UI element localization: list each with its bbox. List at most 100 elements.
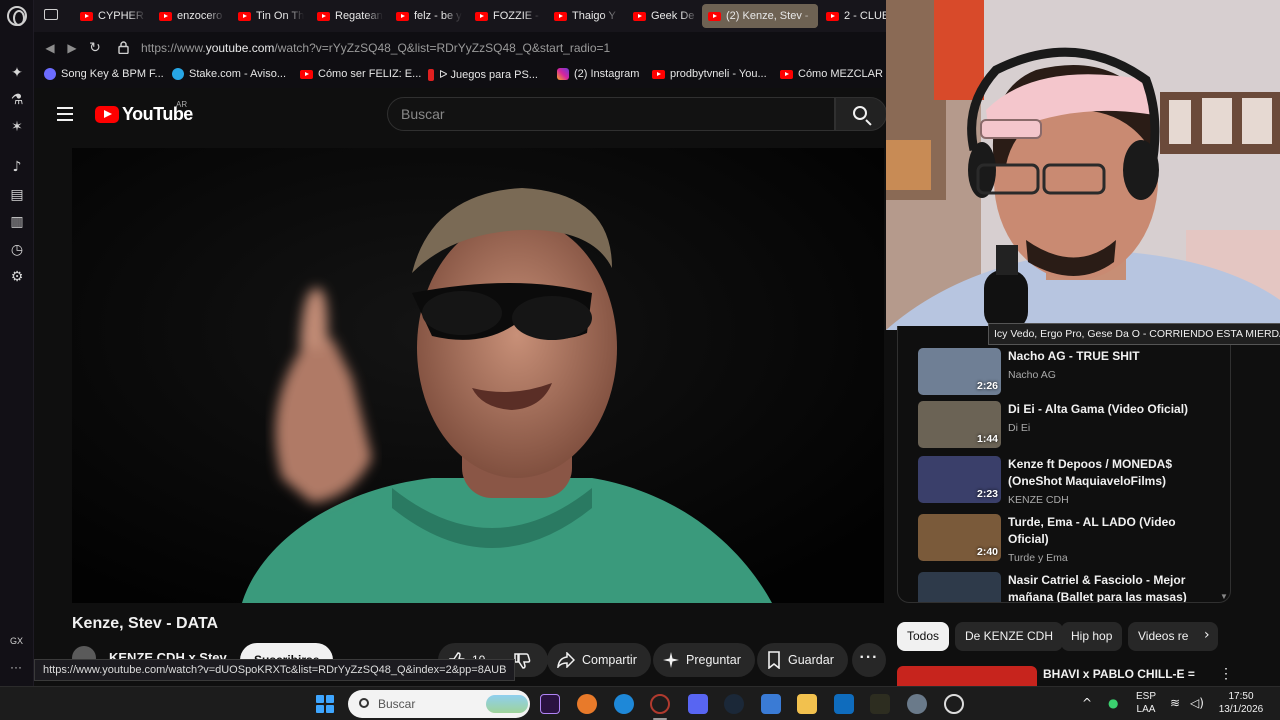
taskbar-search[interactable]: Buscar bbox=[348, 690, 530, 718]
share-button[interactable]: Compartir bbox=[547, 643, 651, 677]
video-thumbnail[interactable]: 2:40 bbox=[918, 514, 1001, 561]
video-title: Kenze, Stev - DATA bbox=[72, 615, 219, 632]
gx-corner-icon[interactable]: ✶ bbox=[8, 118, 26, 136]
volume-icon[interactable]: ◁) bbox=[1190, 696, 1204, 710]
video-thumbnail[interactable] bbox=[897, 666, 1037, 686]
sparkle-icon bbox=[663, 652, 679, 668]
opera-gx-icon[interactable] bbox=[650, 694, 670, 714]
opera-logo-icon[interactable] bbox=[7, 6, 27, 26]
clock[interactable]: 17:50 13/1/2026 bbox=[1213, 690, 1269, 716]
playlist-item[interactable]: 2:40 Turde, Ema - AL LADO (Video Oficial… bbox=[918, 514, 1218, 568]
bookmark-item[interactable]: Song Key & BPM F... bbox=[44, 68, 164, 80]
bookmarks-sidebar-icon[interactable]: ▤ bbox=[8, 186, 26, 204]
language-indicator[interactable]: ESP LAA bbox=[1133, 690, 1159, 716]
playlist-item[interactable]: 2:23 Kenze ft Depoos / MONEDA$ (OneShot … bbox=[918, 456, 1218, 510]
reload-icon[interactable]: ↻ bbox=[87, 40, 103, 56]
discord-icon[interactable] bbox=[688, 694, 708, 714]
kebab-menu-icon[interactable]: ⋮ bbox=[1219, 665, 1233, 682]
show-hidden-icons-icon[interactable]: ^ bbox=[1082, 696, 1092, 710]
bookmark-item[interactable]: ᐅ Juegos para PS... bbox=[428, 68, 538, 81]
settings-gear-icon[interactable] bbox=[907, 694, 927, 714]
save-button[interactable]: Guardar bbox=[757, 643, 848, 677]
gx-control-icon[interactable]: ✦ bbox=[8, 64, 26, 82]
clock-sidebar-icon[interactable]: ◷ bbox=[8, 241, 26, 259]
recommended-video[interactable]: BHAVI x PABLO CHILL-E = ⋮ bbox=[897, 663, 1237, 686]
steam-icon[interactable] bbox=[724, 694, 744, 714]
tab[interactable]: FOZZIE - bbox=[469, 4, 541, 28]
chip-channel[interactable]: De KENZE CDH bbox=[955, 622, 1064, 651]
tab-active[interactable]: (2) Kenze, Stev - bbox=[702, 4, 818, 28]
video-frame bbox=[72, 148, 884, 603]
video-player[interactable] bbox=[72, 148, 884, 603]
bookmark-item[interactable]: prodbytvneli - You... bbox=[652, 68, 767, 80]
playlist-item-title[interactable]: Turde, Ema - AL LADO (Video Oficial) bbox=[1008, 514, 1203, 548]
fl-studio-icon[interactable] bbox=[577, 694, 597, 714]
tab[interactable]: Geek De bbox=[627, 4, 699, 28]
chevron-right-icon[interactable]: › bbox=[1204, 627, 1210, 643]
search-box[interactable] bbox=[387, 97, 835, 131]
tab[interactable]: Regatean bbox=[311, 4, 383, 28]
country-code: AR bbox=[176, 100, 188, 109]
youtube-favicon-icon bbox=[317, 11, 330, 21]
search-input[interactable] bbox=[388, 98, 834, 130]
bookmark-item[interactable]: Stake.com - Aviso... bbox=[172, 68, 286, 80]
windows-start-icon[interactable] bbox=[316, 695, 334, 713]
more-actions-icon[interactable]: ··· bbox=[852, 643, 886, 677]
file-explorer-icon[interactable] bbox=[797, 694, 817, 714]
thumbs-down-icon[interactable] bbox=[513, 652, 531, 670]
tab-manager-icon[interactable] bbox=[44, 9, 58, 20]
call-of-duty-icon[interactable] bbox=[870, 694, 890, 714]
forward-icon[interactable]: ▶ bbox=[64, 40, 80, 56]
chip-hip-hop[interactable]: Hip hop bbox=[1061, 622, 1123, 651]
search-button[interactable] bbox=[835, 97, 887, 131]
tab[interactable]: CYPHER bbox=[74, 4, 146, 28]
xbox-icon[interactable] bbox=[944, 694, 964, 714]
settings-sidebar-icon[interactable]: ⚙ bbox=[8, 268, 26, 286]
tab[interactable]: enzocero bbox=[153, 4, 225, 28]
outlook-icon[interactable] bbox=[834, 694, 854, 714]
tab[interactable]: felz - be y bbox=[390, 4, 462, 28]
video-thumbnail[interactable] bbox=[918, 572, 1001, 602]
chip-all[interactable]: Todos bbox=[897, 622, 950, 651]
windows-taskbar: Buscar ^ ● ESP LAA ≋ ◁) 17:50 13/1/2026 bbox=[0, 686, 1280, 720]
gx-label[interactable]: GX bbox=[10, 636, 23, 646]
wifi-icon[interactable]: ≋ bbox=[1170, 696, 1180, 710]
playlist-item-title[interactable]: Di Ei - Alta Gama (Video Oficial) bbox=[1008, 401, 1203, 418]
video-thumbnail[interactable]: 2:23 bbox=[918, 456, 1001, 503]
url-field[interactable]: https://www.youtube.com/watch?v=rYyZzSQ4… bbox=[141, 41, 610, 55]
playlist-item[interactable]: 2:26 Nacho AG - TRUE SHIT Nacho AG bbox=[918, 348, 1218, 398]
playlist-scroll-down-icon[interactable]: ▼ bbox=[1220, 592, 1228, 601]
back-icon[interactable]: ◀ bbox=[42, 40, 58, 56]
bookmark-item[interactable]: Cómo ser FELIZ: E... bbox=[300, 68, 421, 80]
share-icon bbox=[557, 652, 575, 668]
tab[interactable]: 2 - CLUB bbox=[820, 4, 886, 28]
history-sidebar-icon[interactable]: ▥ bbox=[8, 213, 26, 231]
menu-icon[interactable] bbox=[57, 107, 73, 121]
bookmark-item[interactable]: (2) Instagram bbox=[557, 68, 639, 80]
gx-cleaner-icon[interactable]: ⚗ bbox=[8, 91, 26, 109]
tab[interactable]: Thaigo Y bbox=[548, 4, 620, 28]
playlist-item[interactable]: Nasir Catriel & Fasciolo - Mejor mañana … bbox=[918, 572, 1218, 602]
playlist-item-title[interactable]: Nacho AG - TRUE SHIT bbox=[1008, 348, 1203, 365]
search-icon bbox=[359, 698, 369, 708]
music-player-icon[interactable]: ♪ bbox=[8, 158, 26, 176]
bookmark-item[interactable]: Cómo MEZCLAR V bbox=[780, 68, 886, 80]
video-thumbnail[interactable]: 1:44 bbox=[918, 401, 1001, 448]
microphone-icon[interactable]: ● bbox=[1108, 696, 1118, 710]
recommended-video-title[interactable]: BHAVI x PABLO CHILL-E = bbox=[1043, 667, 1195, 681]
playlist-item-title[interactable]: Kenze ft Depoos / MONEDA$ (OneShot Maqui… bbox=[1008, 456, 1203, 490]
store-icon[interactable] bbox=[761, 694, 781, 714]
video-thumbnail[interactable]: 2:26 bbox=[918, 348, 1001, 395]
youtube-masthead: YouTube AR bbox=[34, 88, 887, 140]
lock-icon[interactable] bbox=[118, 41, 129, 54]
premiere-pro-icon[interactable] bbox=[540, 694, 560, 714]
youtube-favicon-icon bbox=[780, 69, 793, 79]
sidebar-more-icon[interactable]: ··· bbox=[10, 660, 22, 674]
youtube-favicon-icon bbox=[826, 11, 839, 21]
ask-button[interactable]: Preguntar bbox=[653, 643, 755, 677]
playlist-item[interactable]: 1:44 Di Ei - Alta Gama (Video Oficial) D… bbox=[918, 401, 1218, 451]
playlist-item-title[interactable]: Nasir Catriel & Fasciolo - Mejor mañana … bbox=[1008, 572, 1203, 602]
tab[interactable]: Tin On Th bbox=[232, 4, 304, 28]
edge-icon[interactable] bbox=[614, 694, 634, 714]
youtube-favicon-icon bbox=[159, 11, 172, 21]
